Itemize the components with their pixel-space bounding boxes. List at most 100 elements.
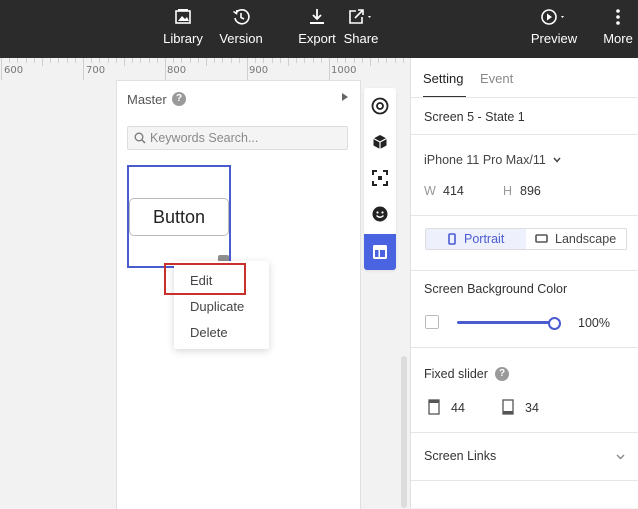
- help-icon[interactable]: ?: [495, 367, 509, 381]
- ruler-label: 800: [167, 65, 187, 76]
- download-icon: [308, 6, 326, 28]
- ruler-tick: [99, 58, 101, 63]
- orientation-toggle: Portrait Landscape: [425, 228, 627, 250]
- ruler-tick: [214, 58, 216, 63]
- layout-icon[interactable]: [364, 234, 396, 270]
- ruler-tick: [25, 58, 27, 63]
- height-value[interactable]: 896: [520, 184, 541, 198]
- more-label: More: [603, 31, 633, 46]
- divider: [411, 97, 638, 98]
- screen-links-label[interactable]: Screen Links: [424, 449, 496, 463]
- ruler-label: 600: [4, 65, 24, 76]
- ruler-tick: [74, 58, 76, 63]
- ruler-tick: [238, 58, 240, 63]
- ruler-tick: [197, 58, 199, 63]
- bg-color-swatch[interactable]: [425, 315, 439, 329]
- tab-setting[interactable]: Setting: [423, 71, 463, 86]
- tab-event[interactable]: Event: [480, 71, 513, 86]
- width-label: W: [424, 184, 436, 198]
- help-icon[interactable]: ?: [172, 92, 186, 106]
- width-value[interactable]: 414: [443, 184, 464, 198]
- ruler-tick: [304, 58, 306, 63]
- ruler-tick: [181, 58, 183, 63]
- ruler-tick: [370, 58, 371, 66]
- search-input[interactable]: [150, 129, 340, 147]
- ruler-tick: [402, 58, 404, 63]
- ruler-tick: [263, 58, 265, 63]
- master-thumbnail[interactable]: Button: [127, 165, 231, 268]
- fixed-top-value[interactable]: 44: [451, 401, 465, 415]
- ruler-tick: [173, 58, 175, 63]
- top-toolbar: Library Version Export Share Preview Mor…: [0, 0, 638, 58]
- ruler-tick: [50, 58, 52, 63]
- master-panel-header: Master ?: [117, 81, 360, 117]
- library-button[interactable]: Library: [162, 6, 204, 52]
- version-button[interactable]: Version: [219, 6, 263, 52]
- export-button[interactable]: Export: [297, 6, 337, 52]
- ruler-tick: [206, 58, 207, 66]
- ruler-tick: [288, 58, 289, 66]
- device-select[interactable]: iPhone 11 Pro Max/11: [424, 153, 546, 167]
- bottom-bar-icon: [502, 399, 514, 415]
- ruler-tick: [353, 58, 355, 63]
- ruler-tick: [42, 58, 43, 66]
- ruler-tick: [165, 58, 166, 80]
- component-icon[interactable]: [364, 124, 396, 160]
- divider: [411, 215, 638, 216]
- landscape-label: Landscape: [555, 232, 617, 246]
- ruler-tick: [66, 58, 68, 63]
- share-label: Share: [343, 31, 379, 46]
- ruler-tick: [386, 58, 388, 63]
- slider-handle[interactable]: [548, 317, 561, 330]
- target-icon[interactable]: [364, 88, 396, 124]
- opacity-value[interactable]: 100%: [578, 316, 610, 330]
- chevron-down-icon[interactable]: [553, 157, 561, 163]
- ruler-label: 900: [249, 65, 269, 76]
- ruler-tick: [58, 58, 60, 63]
- share-icon: [347, 6, 375, 28]
- expand-arrow-icon[interactable]: [342, 93, 348, 101]
- fixed-bottom-value[interactable]: 34: [525, 401, 539, 415]
- ruler-tick: [148, 58, 150, 63]
- ruler-tick: [312, 58, 314, 63]
- more-button[interactable]: More: [602, 6, 634, 52]
- share-button[interactable]: Share: [343, 6, 379, 52]
- master-search[interactable]: [127, 126, 348, 150]
- fixed-slider-label: Fixed slider: [424, 367, 488, 381]
- more-vertical-icon: [615, 6, 621, 28]
- play-icon: [539, 6, 569, 28]
- divider: [411, 134, 638, 135]
- emoji-icon[interactable]: [364, 196, 396, 232]
- divider: [411, 480, 638, 481]
- canvas-scrollbar[interactable]: [401, 356, 407, 508]
- ruler-tick: [33, 58, 35, 63]
- ruler-tick: [17, 58, 19, 63]
- settings-panel: Setting Event Screen 5 - State 1 iPhone …: [410, 58, 638, 508]
- capture-icon[interactable]: [364, 160, 396, 196]
- preview-label: Preview: [530, 31, 578, 46]
- height-label: H: [503, 184, 513, 198]
- landscape-icon: [535, 234, 548, 243]
- menu-item-duplicate[interactable]: Duplicate: [190, 299, 244, 314]
- landscape-button[interactable]: Landscape: [526, 229, 626, 249]
- ruler-tick: [124, 58, 125, 66]
- top-bar-icon: [428, 399, 440, 415]
- ruler-tick: [255, 58, 257, 63]
- library-label: Library: [163, 31, 203, 46]
- bg-color-label: Screen Background Color: [424, 282, 568, 296]
- ruler-tick: [320, 58, 322, 63]
- export-label: Export: [298, 31, 336, 46]
- ruler-tick: [222, 58, 224, 63]
- menu-item-delete[interactable]: Delete: [190, 325, 228, 340]
- chevron-down-icon[interactable]: [616, 454, 625, 460]
- library-icon: [174, 6, 192, 28]
- screen-name: Screen 5 - State 1: [424, 110, 525, 124]
- opacity-slider[interactable]: [457, 321, 553, 324]
- ruler-tick: [140, 58, 142, 63]
- portrait-button[interactable]: Portrait: [426, 229, 526, 249]
- ruler-tick: [91, 58, 93, 63]
- thumbnail-button-preview: Button: [129, 198, 229, 236]
- preview-button[interactable]: Preview: [530, 6, 578, 52]
- ruler-tick: [115, 58, 117, 63]
- search-icon: [134, 132, 146, 144]
